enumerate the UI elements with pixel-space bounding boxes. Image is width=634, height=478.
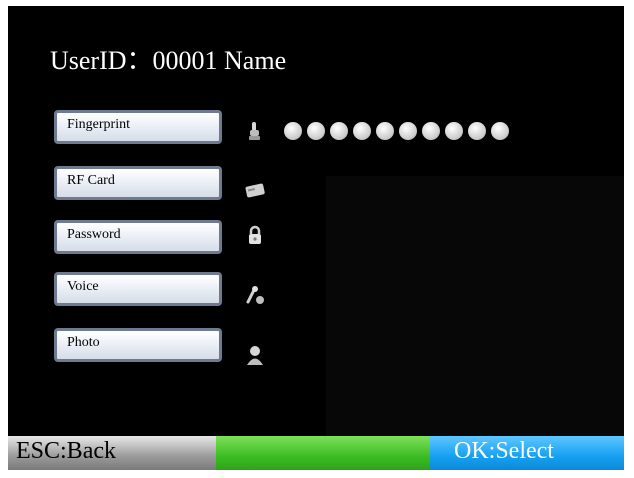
fingerprint-slot-dot [284, 122, 302, 140]
fingerprint-slot-dot [468, 122, 486, 140]
fingerprint-slot-indicators [284, 122, 509, 140]
fingerprint-button-label: Fingerprint [67, 117, 130, 132]
fingerprint-slot-dot [445, 122, 463, 140]
rf-card-button[interactable]: RF Card [54, 166, 222, 200]
rf-card-icon [245, 183, 265, 198]
esc-back-button[interactable]: ESC:Back [8, 436, 216, 470]
fingerprint-slot-dot [491, 122, 509, 140]
fingerprint-slot-dot [330, 122, 348, 140]
photo-button[interactable]: Photo [54, 328, 222, 362]
user-header-title: UserID：00001 Name [50, 46, 287, 75]
ok-select-label: OK:Select [454, 438, 554, 464]
password-button-label: Password [67, 227, 121, 242]
content-area [326, 176, 624, 436]
rf-card-button-label: RF Card [67, 173, 115, 188]
voice-button[interactable]: Voice [54, 272, 222, 306]
softkey-bar: ESC:Back OK:Select [8, 436, 624, 470]
fingerprint-button[interactable]: Fingerprint [54, 110, 222, 144]
middle-softkey [216, 436, 430, 470]
user-photo-icon [247, 346, 263, 365]
fingerprint-slot-dot [376, 122, 394, 140]
fingerprint-slot-dot [422, 122, 440, 140]
device-screen: UserID：00001 Name Fingerprint RF Card Pa… [8, 6, 624, 470]
fingerprint-slot-dot [353, 122, 371, 140]
password-button[interactable]: Password [54, 220, 222, 254]
microphone-icon [246, 286, 264, 304]
fingerprint-slot-dot [399, 122, 417, 140]
ok-select-button[interactable]: OK:Select [430, 436, 624, 470]
fingerprint-icon [249, 122, 260, 140]
photo-button-label: Photo [67, 335, 100, 350]
fingerprint-slot-dot [307, 122, 325, 140]
lock-icon [249, 225, 261, 244]
esc-back-label: ESC:Back [16, 438, 116, 464]
voice-button-label: Voice [67, 279, 99, 294]
